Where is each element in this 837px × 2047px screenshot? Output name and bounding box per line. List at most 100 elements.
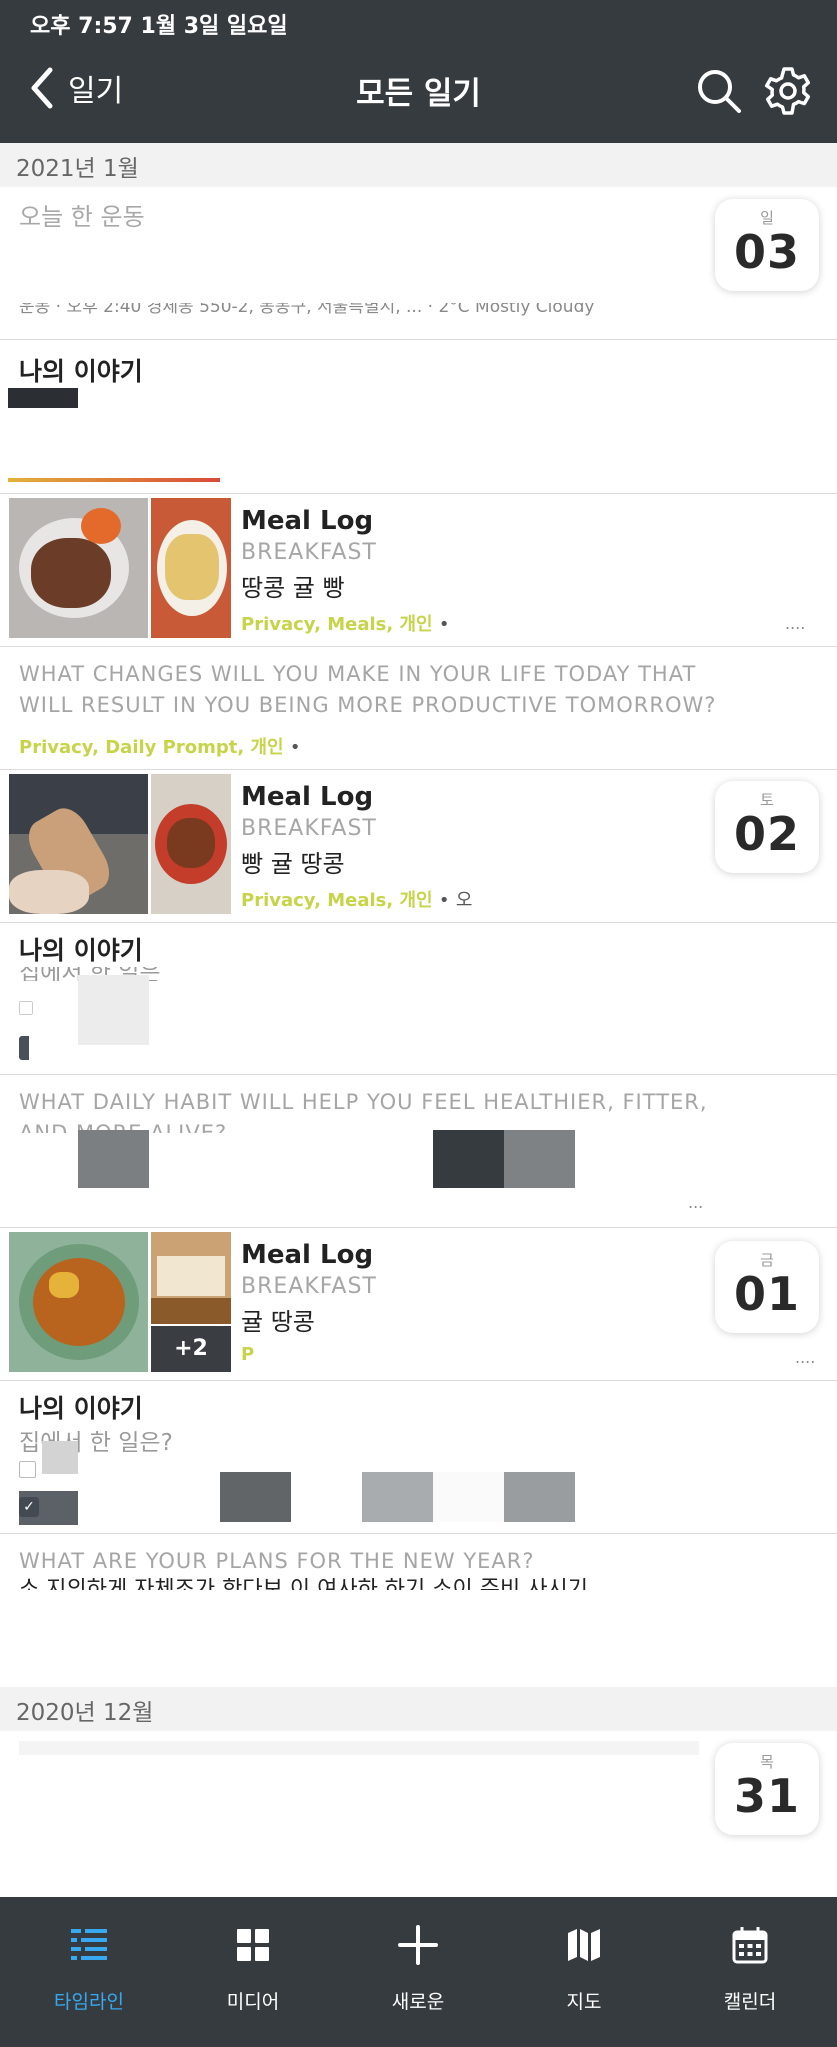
entry-title: Meal Log — [241, 782, 374, 812]
photo-placeholder — [220, 1472, 291, 1522]
photo-placeholder — [504, 1472, 575, 1522]
tag[interactable]: 개인 — [250, 737, 283, 758]
more-indicator: .... — [785, 614, 806, 633]
photo-placeholder — [504, 1130, 575, 1188]
tag[interactable]: Privacy — [241, 614, 314, 635]
tag[interactable]: Daily Prompt — [105, 737, 237, 758]
checkbox[interactable] — [19, 1001, 33, 1015]
checkbox-checked[interactable] — [19, 1036, 29, 1060]
photo-placeholder — [362, 1472, 433, 1522]
tag[interactable]: 개인 — [400, 614, 433, 635]
meal-photo[interactable] — [9, 498, 148, 638]
entry-location-snippet: 오 — [455, 890, 473, 911]
tab-label: 새로운 — [391, 1991, 445, 2013]
entry-story[interactable]: 나의 이야기 집에서 한 일은 — [0, 923, 837, 1075]
tab-map[interactable]: 지도 — [514, 1925, 654, 2014]
day-number: 02 — [733, 807, 800, 861]
meal-photo[interactable] — [151, 498, 231, 638]
entry-story[interactable]: 나의 이야기 집에서 한 일은? ✓ — [0, 1381, 837, 1534]
photo-placeholder — [42, 1441, 78, 1474]
entry-title: 나의 이야기 — [19, 357, 143, 386]
entry-title: Meal Log — [241, 1240, 374, 1270]
meal-photo[interactable] — [9, 774, 148, 914]
tab-label: 캘린더 — [723, 1991, 777, 2013]
entry-december[interactable] — [0, 1731, 837, 1909]
more-indicator: ... — [688, 1193, 704, 1212]
tag[interactable]: Privacy — [241, 890, 314, 911]
entry-meta: 운동 · 오후 2:40 경체동 550-2, 동동구, 서울특별시, ... … — [19, 303, 595, 317]
prompt-question: WHAT CHANGES WILL YOU MAKE IN YOUR LIFE … — [19, 662, 717, 717]
date-badge: 목 31 — [715, 1743, 819, 1835]
day-number: 01 — [733, 1267, 800, 1321]
gear-icon[interactable] — [763, 66, 813, 116]
tag-list: Privacy, Meals, 개인 • 오 — [241, 890, 473, 911]
more-photos-count[interactable]: +2 — [151, 1326, 231, 1372]
entry-title: 오늘 한 운동 — [19, 203, 145, 231]
calendar-icon — [732, 1927, 768, 1964]
media-grid-icon — [237, 1929, 269, 1961]
tag[interactable]: Meals — [327, 614, 386, 635]
redacted-block — [8, 388, 78, 408]
photo-placeholder — [78, 975, 149, 1045]
month-header: 2021년 1월 — [0, 143, 837, 187]
date-badge: 토 02 — [715, 781, 819, 873]
tag-list: Privacy, Meals, 개인 • — [241, 614, 450, 635]
checkbox-checked[interactable]: ✓ — [19, 1497, 39, 1517]
prompt-question: WHAT ARE YOUR PLANS FOR THE NEW YEAR? — [19, 1549, 535, 1573]
tab-timeline[interactable]: 타임라인 — [19, 1925, 159, 2014]
date-badge: 일 03 — [715, 199, 819, 291]
tab-label: 지도 — [566, 1991, 602, 2013]
tab-calendar[interactable]: 캘린더 — [680, 1925, 820, 2014]
entry-daily-prompt[interactable]: WHAT CHANGES WILL YOU MAKE IN YOUR LIFE … — [0, 647, 837, 770]
meal-photo[interactable] — [151, 774, 231, 914]
tab-label: 타임라인 — [54, 1991, 124, 2013]
prompt-answer: 소 지의하게 자체조가 한다보 이 여사하 하기 소이 주비 사시기 — [19, 1578, 588, 1590]
meal-type: BREAKFAST — [241, 540, 377, 565]
day-number: 03 — [733, 225, 800, 279]
meal-food: 빵 귤 땅콩 — [241, 850, 345, 878]
month-header: 2020년 12월 — [0, 1687, 837, 1731]
entry-meal-log[interactable]: Meal Log BREAKFAST 빵 귤 땅콩 Privacy, Meals… — [0, 770, 837, 923]
photo-placeholder — [433, 1472, 504, 1522]
entry-story[interactable]: 나의 이야기 — [0, 340, 837, 494]
tag[interactable]: P — [241, 1344, 254, 1365]
status-bar-text: 오후 7:57 1월 3일 일요일 — [30, 14, 288, 39]
search-icon[interactable] — [696, 68, 742, 114]
timeline-icon — [71, 1929, 107, 1960]
meal-type: BREAKFAST — [241, 1274, 377, 1299]
entry-title: Meal Log — [241, 506, 374, 536]
photo-placeholder — [433, 1130, 504, 1188]
meal-type: BREAKFAST — [241, 816, 377, 841]
tag-list: Privacy, Daily Prompt, 개인 • — [19, 737, 301, 758]
entry-title: 나의 이야기 — [19, 1394, 143, 1423]
tag[interactable]: 개인 — [400, 890, 433, 911]
checkbox[interactable] — [19, 1461, 36, 1478]
tab-label: 미디어 — [226, 1991, 280, 2013]
tab-new[interactable]: 새로운 — [348, 1925, 488, 2014]
bottom-tab-bar: 타임라인 미디어 새로운 지도 캘린더 — [0, 1897, 837, 2047]
top-navigation-bar: 오후 7:57 1월 3일 일요일 일기 모든 일기 — [0, 0, 837, 143]
entry-daily-prompt[interactable]: WHAT ARE YOUR PLANS FOR THE NEW YEAR? 소 … — [0, 1534, 837, 1687]
entry-workout[interactable]: 오늘 한 운동 운동 · 오후 2:40 경체동 550-2, 동동구, 서울특… — [0, 187, 837, 340]
media-strip — [8, 478, 220, 482]
prompt-question: WHAT DAILY HABIT WILL HELP YOU FEEL HEAL… — [19, 1090, 708, 1133]
tag[interactable]: Privacy — [19, 737, 92, 758]
day-number: 31 — [733, 1769, 800, 1823]
meal-food: 땅콩 귤 빵 — [241, 574, 345, 602]
meal-photo[interactable] — [151, 1232, 231, 1324]
month-label: 2020년 12월 — [16, 1700, 154, 1726]
plus-icon — [398, 1925, 438, 1965]
entry-meal-log[interactable]: Meal Log BREAKFAST 땅콩 귤 빵 Privacy, Meals… — [0, 494, 837, 647]
entry-meal-log[interactable]: +2 Meal Log BREAKFAST 귤 땅콩 P .... — [0, 1228, 837, 1381]
map-icon — [568, 1929, 600, 1961]
photo-placeholder — [78, 1130, 149, 1188]
meal-photo[interactable] — [9, 1232, 148, 1372]
month-label: 2021년 1월 — [16, 156, 139, 182]
redacted-block — [19, 1741, 699, 1755]
entry-daily-prompt[interactable]: WHAT DAILY HABIT WILL HELP YOU FEEL HEAL… — [0, 1075, 837, 1228]
tab-media[interactable]: 미디어 — [183, 1925, 323, 2014]
tag[interactable]: Meals — [327, 890, 386, 911]
date-badge: 금 01 — [715, 1241, 819, 1333]
meal-food: 귤 땅콩 — [241, 1308, 315, 1336]
entry-title: 나의 이야기 — [19, 936, 143, 965]
